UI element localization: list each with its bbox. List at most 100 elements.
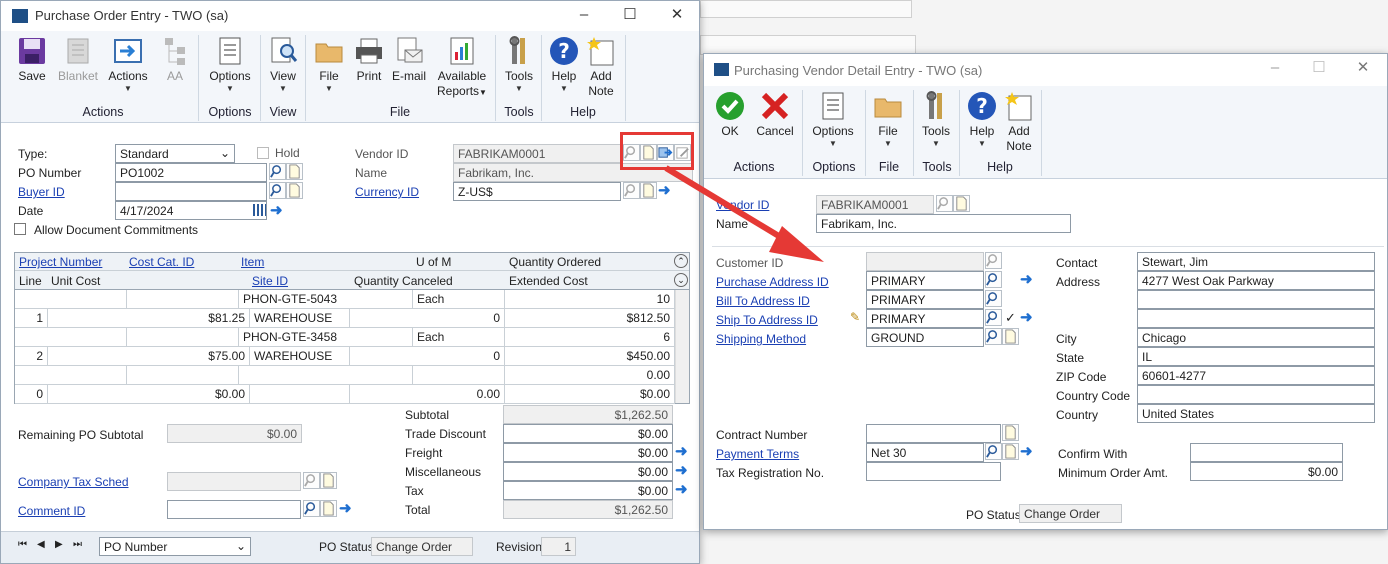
vendor-lookup-icon[interactable] [936, 195, 953, 212]
bill-to-address-link[interactable]: Bill To Address ID [716, 294, 810, 308]
freight-field[interactable]: $0.00 [503, 443, 673, 462]
add-note-button[interactable]: Add Note [1002, 90, 1036, 154]
site-id-header[interactable]: Site ID [252, 274, 288, 288]
type-select[interactable]: Standard ⌄ [115, 144, 235, 163]
comment-note-icon[interactable] [320, 500, 337, 517]
file-button[interactable]: File ▼ [311, 35, 347, 93]
ship-to-lookup-icon[interactable] [985, 309, 1002, 326]
miscellaneous-field[interactable]: $0.00 [503, 462, 673, 481]
last-record-icon[interactable]: ⏭ [73, 539, 82, 550]
project-cell[interactable] [15, 328, 127, 347]
vendor-note-icon[interactable] [953, 195, 970, 212]
aa-button[interactable]: AA [157, 35, 193, 84]
cost-cat-cell[interactable] [127, 290, 239, 309]
currency-lookup-icon[interactable] [623, 182, 640, 199]
cost-cat-cell[interactable] [127, 366, 239, 385]
zip-code-field[interactable]: 60601-4277 [1137, 366, 1375, 385]
grid-scrollbar[interactable] [675, 290, 689, 403]
item-cell[interactable]: PHON-GTE-5043 [239, 290, 413, 309]
print-button[interactable]: Print [351, 35, 387, 84]
bill-to-lookup-icon[interactable] [985, 290, 1002, 307]
po-lookup-icon[interactable] [269, 163, 286, 180]
available-reports-button[interactable]: Available Reports▼ [433, 35, 491, 100]
buyer-id-field[interactable] [115, 182, 267, 201]
calendar-icon[interactable] [253, 204, 266, 216]
actions-button[interactable]: Actions ▼ [105, 35, 151, 93]
shipping-method-lookup-icon[interactable] [985, 328, 1002, 345]
address-line-3-field[interactable] [1137, 309, 1375, 328]
ship-to-expand-arrow-icon[interactable]: ➜ [1020, 308, 1033, 326]
customer-id-field[interactable] [866, 252, 984, 271]
po-note-icon[interactable] [286, 163, 303, 180]
payment-terms-expand-arrow-icon[interactable]: ➜ [1020, 442, 1033, 460]
qty-canceled-cell[interactable]: 0 [350, 347, 505, 366]
ship-to-address-link[interactable]: Ship To Address ID [716, 313, 818, 327]
minimize-icon[interactable]: – [1264, 58, 1286, 78]
extended-cost-cell[interactable]: $812.50 [505, 309, 675, 328]
contract-number-field[interactable] [866, 424, 1001, 443]
address-line-2-field[interactable] [1137, 290, 1375, 309]
project-cell[interactable] [15, 366, 127, 385]
misc-expand-arrow-icon[interactable]: ➜ [675, 461, 688, 479]
close-icon[interactable]: ✕ [666, 5, 688, 25]
vendor-id-field[interactable]: FABRIKAM0001 [453, 144, 621, 163]
date-field[interactable]: 4/17/2024 [115, 201, 267, 220]
payment-terms-lookup-icon[interactable] [985, 443, 1002, 460]
grid-expand-down-icon[interactable]: ⌄ [674, 273, 688, 287]
contact-field[interactable]: Stewart, Jim [1137, 252, 1375, 271]
comment-id-field[interactable] [167, 500, 301, 519]
minimum-order-field[interactable]: $0.00 [1190, 462, 1343, 481]
unit-cost-cell[interactable]: $75.00 [48, 347, 250, 366]
pencil-icon[interactable]: ✎ [850, 310, 860, 324]
shipping-method-link[interactable]: Shipping Method [716, 332, 806, 346]
project-number-header[interactable]: Project Number [19, 255, 102, 269]
trade-discount-field[interactable]: $0.00 [503, 424, 673, 443]
vendor-name-field[interactable]: Fabrikam, Inc. [816, 214, 1071, 233]
payment-terms-note-icon[interactable] [1002, 443, 1019, 460]
extended-cost-cell[interactable]: $0.00 [505, 385, 675, 404]
project-cell[interactable] [15, 290, 127, 309]
item-cell[interactable] [239, 366, 413, 385]
item-header[interactable]: Item [241, 255, 264, 269]
payment-terms-field[interactable]: Net 30 [866, 443, 984, 462]
qty-canceled-cell[interactable]: 0.00 [350, 385, 505, 404]
tools-button[interactable]: Tools ▼ [501, 35, 537, 93]
po-number-field[interactable]: PO1002 [115, 163, 267, 182]
uofm-cell[interactable]: Each [413, 290, 505, 309]
purchase-address-lookup-icon[interactable] [985, 271, 1002, 288]
cost-cat-header[interactable]: Cost Cat. ID [129, 255, 194, 269]
help-button[interactable]: ? Help ▼ [546, 35, 582, 93]
item-cell[interactable]: PHON-GTE-3458 [239, 328, 413, 347]
unit-cost-cell[interactable]: $81.25 [48, 309, 250, 328]
city-field[interactable]: Chicago [1137, 328, 1375, 347]
ok-button[interactable]: OK [710, 90, 750, 139]
uofm-cell[interactable]: Each [413, 328, 505, 347]
tools-button[interactable]: Tools ▼ [918, 90, 954, 148]
freight-expand-arrow-icon[interactable]: ➜ [675, 442, 688, 460]
shipping-method-note-icon[interactable] [1002, 328, 1019, 345]
maximize-icon[interactable]: ☐ [1308, 58, 1330, 78]
qty-ordered-cell[interactable]: 6 [505, 328, 675, 347]
company-tax-sched-link[interactable]: Company Tax Sched [18, 475, 129, 489]
unit-cost-cell[interactable]: $0.00 [48, 385, 250, 404]
hold-checkbox[interactable] [257, 147, 269, 159]
qty-ordered-cell[interactable]: 0.00 [505, 366, 675, 385]
ship-to-address-field[interactable]: PRIMARY [866, 309, 984, 328]
currency-id-field[interactable]: Z-US$ [453, 182, 621, 201]
confirm-with-field[interactable] [1190, 443, 1343, 462]
purchase-address-expand-arrow-icon[interactable]: ➜ [1020, 270, 1033, 288]
contract-note-icon[interactable] [1002, 424, 1019, 441]
minimize-icon[interactable]: – [573, 5, 595, 25]
bill-to-address-field[interactable]: PRIMARY [866, 290, 984, 309]
previous-record-icon[interactable]: ◀ [37, 539, 45, 550]
file-button[interactable]: File ▼ [870, 90, 906, 148]
qty-ordered-cell[interactable]: 10 [505, 290, 675, 309]
site-id-cell[interactable]: WAREHOUSE [250, 309, 350, 328]
options-button[interactable]: Options ▼ [205, 35, 255, 93]
company-tax-sched-field[interactable] [167, 472, 301, 491]
cancel-button[interactable]: Cancel [754, 90, 796, 139]
customer-lookup-icon[interactable] [985, 252, 1002, 269]
tax-sched-lookup-icon[interactable] [303, 472, 320, 489]
tax-field[interactable]: $0.00 [503, 481, 673, 500]
tax-sched-note-icon[interactable] [320, 472, 337, 489]
